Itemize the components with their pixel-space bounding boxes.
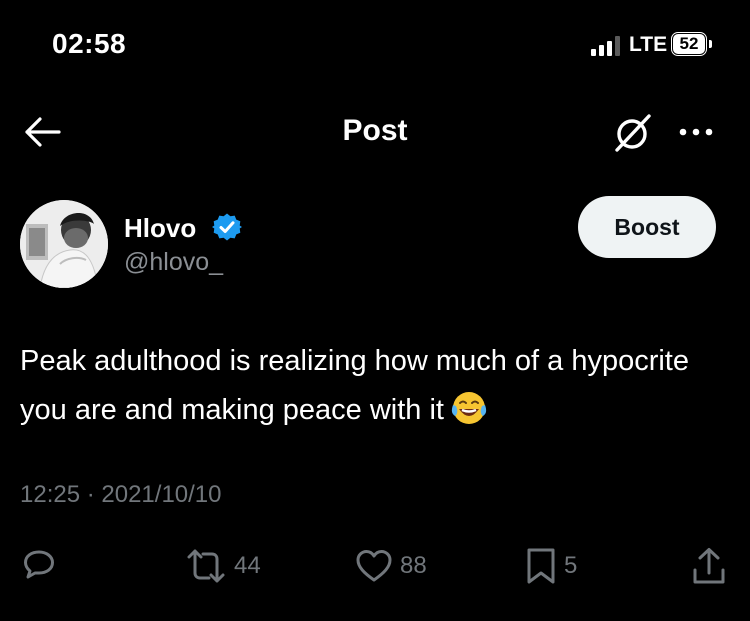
grok-button[interactable] — [610, 110, 656, 156]
post-timestamp: 12:25 · 2021/10/10 — [20, 481, 222, 508]
signal-strength-icon — [591, 36, 621, 56]
bookmark-count: 5 — [564, 552, 578, 579]
verified-badge-icon — [212, 212, 242, 242]
avatar-photo — [20, 200, 108, 288]
slashed-circle-icon — [615, 114, 651, 152]
like-button[interactable]: 88 — [354, 545, 427, 587]
repost-icon — [187, 549, 225, 583]
share-icon — [693, 548, 725, 584]
repost-count: 44 — [234, 552, 261, 579]
back-button[interactable] — [22, 116, 62, 148]
status-time: 02:58 — [52, 28, 127, 59]
battery-level: 52 — [673, 34, 705, 54]
heart-icon — [356, 550, 392, 582]
post-text: Peak adulthood is realizing how much of … — [20, 337, 730, 435]
bookmark-button[interactable]: 5 — [524, 545, 577, 587]
repost-button[interactable]: 44 — [184, 545, 261, 587]
like-count: 88 — [400, 552, 427, 579]
author-name[interactable]: Hlovo — [124, 213, 196, 244]
more-button[interactable] — [676, 110, 716, 150]
boost-button[interactable]: Boost — [578, 196, 716, 258]
battery-cap — [709, 40, 712, 48]
author-handle[interactable]: @hlovo_ — [124, 248, 223, 277]
post-text-content: Peak adulthood is realizing how much of … — [20, 345, 689, 426]
bookmark-icon — [527, 548, 555, 584]
arrow-left-icon — [25, 117, 61, 147]
reply-button[interactable] — [20, 545, 58, 587]
more-horizontal-icon — [679, 128, 713, 136]
battery-icon: 52 — [671, 32, 707, 56]
reply-icon — [24, 550, 54, 579]
share-button[interactable] — [690, 545, 728, 587]
network-type: LTE — [629, 33, 668, 56]
avatar[interactable] — [20, 200, 108, 288]
laughing-tears-emoji — [450, 389, 488, 427]
